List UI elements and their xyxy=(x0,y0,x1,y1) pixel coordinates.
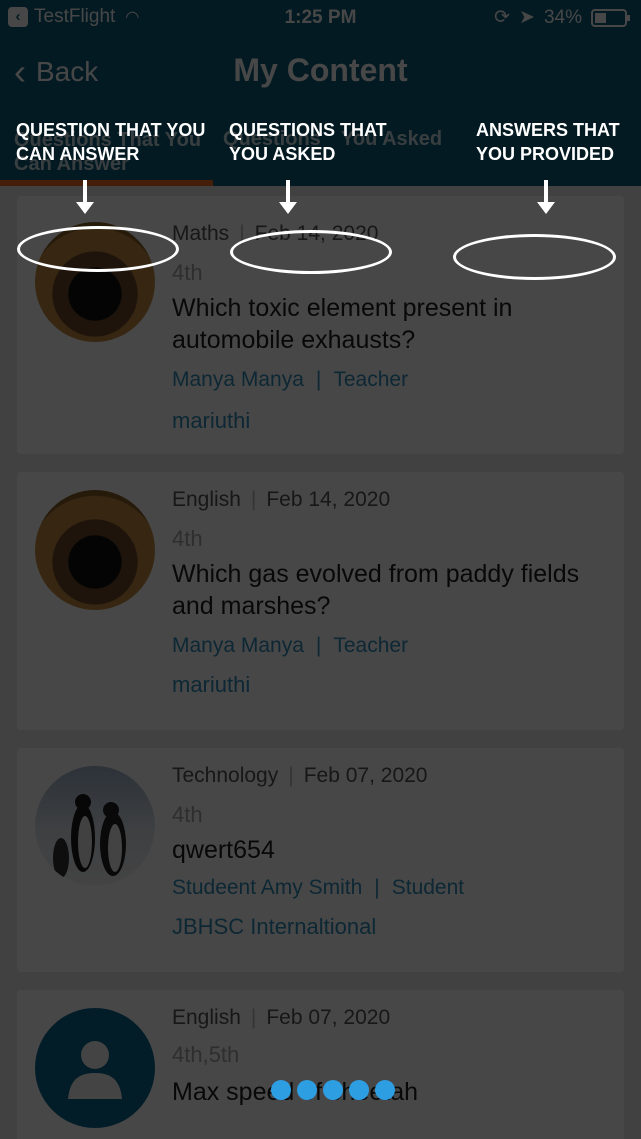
author-line[interactable]: Manya Manya | Teacher xyxy=(172,634,408,658)
grade-label: 4th xyxy=(172,260,203,285)
grade-label: 4th xyxy=(172,802,203,827)
page-dot[interactable] xyxy=(323,1080,343,1100)
page-dot[interactable] xyxy=(349,1080,369,1100)
nav-bar: ‹ Back My Content xyxy=(0,36,641,108)
question-text: qwert654 xyxy=(172,836,275,864)
tip-answers-you-provided: ANSWERS THAT YOU PROVIDED xyxy=(476,120,620,164)
page-dot[interactable] xyxy=(271,1080,291,1100)
author-role: Teacher xyxy=(333,634,409,657)
arrow-down-icon xyxy=(537,180,555,214)
status-bar: ‹ TestFlight ◠ 1:25 PM ⟳ ➤ 34% xyxy=(0,0,641,36)
question-text: Which toxic element present in automobil… xyxy=(172,294,513,354)
page-dot[interactable] xyxy=(375,1080,395,1100)
date-label: Feb 14, 2020 xyxy=(266,488,391,511)
author-name: Manya Manya xyxy=(172,368,304,391)
author-line[interactable]: Manya Manya | Teacher xyxy=(172,368,408,392)
user-placeholder-icon xyxy=(68,1041,122,1099)
grade-label: 4th,5th xyxy=(172,1042,240,1067)
question-meta: Technology | Feb 07, 2020 xyxy=(172,764,428,787)
status-right: ⟳ ➤ 34% xyxy=(494,6,630,29)
avatar xyxy=(35,1008,155,1128)
tip-questions-you-asked: QUESTIONS THAT YOU ASKED xyxy=(229,120,387,164)
subject-label: English xyxy=(172,1006,241,1029)
page-dot[interactable] xyxy=(297,1080,317,1100)
highlight-circle-tab-2 xyxy=(230,230,392,274)
school-name: JBHSC Internaltional xyxy=(172,914,377,939)
author-name: Manya Manya xyxy=(172,634,304,657)
list-item[interactable]: English | Feb 07, 2020 4th,5th Max speed… xyxy=(17,990,624,1139)
avatar xyxy=(35,766,155,886)
list-item[interactable]: English | Feb 14, 2020 4th Which gas evo… xyxy=(17,472,624,730)
arrow-down-icon xyxy=(279,180,297,214)
location-icon: ➤ xyxy=(519,7,535,28)
school-name: mariuthi xyxy=(172,672,251,697)
arrow-down-icon xyxy=(76,180,94,214)
question-meta: English | Feb 07, 2020 xyxy=(172,1006,391,1029)
penguin-image xyxy=(53,794,126,878)
avatar xyxy=(35,490,155,610)
list-item[interactable]: Technology | Feb 07, 2020 4th qwert654 S… xyxy=(17,748,624,972)
highlight-circle-tab-1 xyxy=(17,226,179,272)
highlight-circle-tab-3 xyxy=(453,234,616,280)
question-meta: English | Feb 14, 2020 xyxy=(172,488,391,511)
subject-label: English xyxy=(172,488,241,511)
page-title: My Content xyxy=(233,52,408,88)
subject-label: Technology xyxy=(172,764,279,787)
author-name: Studeent Amy Smith xyxy=(172,876,363,899)
page-indicator[interactable] xyxy=(271,1080,395,1100)
subject-label: Maths xyxy=(172,222,230,245)
school-name: mariuthi xyxy=(172,408,251,433)
author-role: Student xyxy=(391,876,465,899)
grade-label: 4th xyxy=(172,526,203,551)
active-tab-indicator xyxy=(0,180,213,186)
author-line[interactable]: Studeent Amy Smith | Student xyxy=(172,876,464,900)
battery-percent: 34% xyxy=(543,6,582,28)
rotation-lock-icon: ⟳ xyxy=(494,7,511,28)
battery-icon xyxy=(591,8,630,27)
date-label: Feb 07, 2020 xyxy=(303,764,428,787)
question-text: Which gas evolved from paddy fields and … xyxy=(172,560,580,620)
author-role: Teacher xyxy=(333,368,409,391)
date-label: Feb 07, 2020 xyxy=(266,1006,391,1029)
tip-question-you-can-answer: QUESTION THAT YOU CAN ANSWER xyxy=(16,120,206,164)
